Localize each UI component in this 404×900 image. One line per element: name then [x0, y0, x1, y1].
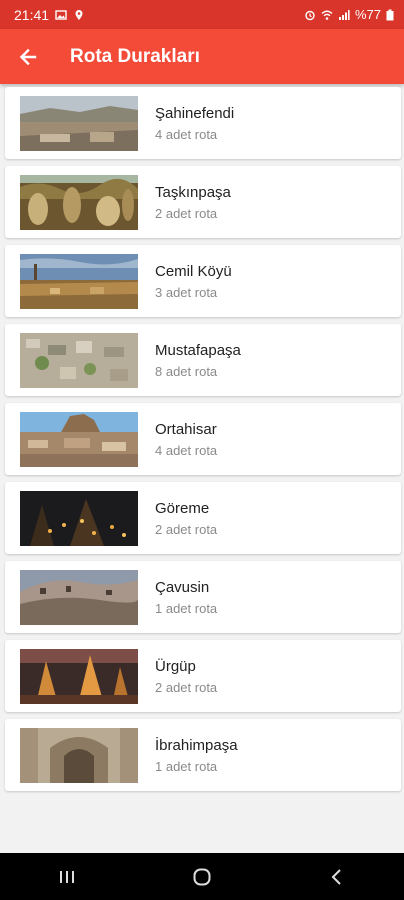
system-nav-bar [0, 853, 404, 900]
route-stop-card[interactable]: Çavusin 1 adet rota [5, 561, 401, 633]
home-button[interactable] [172, 853, 232, 900]
stop-thumbnail [20, 95, 138, 151]
route-stop-list: Şahinefendi 4 adet rota Taşkınpaşa 2 ade… [5, 87, 401, 798]
recent-apps-button[interactable] [37, 853, 97, 900]
stop-thumbnail [20, 490, 138, 546]
stop-thumbnail [20, 332, 138, 388]
recent-apps-icon [60, 870, 75, 883]
back-button[interactable] [0, 29, 56, 84]
stop-thumbnail [20, 174, 138, 230]
route-count: 4 adet rota [155, 442, 218, 458]
route-count: 1 adet rota [155, 600, 218, 616]
stop-name: Göreme [155, 499, 210, 517]
stop-thumbnail [20, 569, 138, 625]
stop-thumbnail [20, 648, 138, 704]
stop-thumbnail [20, 411, 138, 467]
home-icon [193, 868, 211, 885]
route-count: 3 adet rota [155, 284, 218, 300]
image-icon [55, 9, 67, 20]
route-count: 4 adet rota [155, 126, 218, 142]
route-stop-card[interactable]: Mustafapaşa 8 adet rota [5, 324, 401, 396]
page-title: Rota Durakları [70, 45, 200, 67]
arrow-left-icon [19, 48, 37, 65]
route-stop-card[interactable]: Şahinefendi 4 adet rota [5, 87, 401, 159]
stop-name: Çavusin [155, 578, 210, 596]
chevron-left-icon [331, 868, 341, 885]
stop-name: Mustafapaşa [155, 341, 241, 359]
route-stop-card[interactable]: Ortahisar 4 adet rota [5, 403, 401, 475]
route-count: 2 adet rota [155, 205, 218, 221]
wifi-icon [321, 10, 333, 20]
route-stop-card[interactable]: Ürgüp 2 adet rota [5, 640, 401, 712]
stop-name: Şahinefendi [155, 104, 235, 122]
signal-icon [338, 9, 350, 20]
app-bar: Rota Durakları [0, 29, 404, 84]
route-count: 2 adet rota [155, 679, 218, 695]
stop-name: İbrahimpaşa [155, 736, 238, 754]
location-icon [75, 9, 83, 20]
route-count: 1 adet rota [155, 758, 218, 774]
status-bar: 21:41 %77 [0, 0, 404, 29]
stop-name: Ürgüp [155, 657, 196, 675]
route-count: 2 adet rota [155, 521, 218, 537]
stop-name: Cemil Köyü [155, 262, 232, 280]
stop-thumbnail [20, 253, 138, 309]
status-time: 21:41 [14, 6, 50, 23]
route-stop-card[interactable]: İbrahimpaşa 1 adet rota [5, 719, 401, 791]
stop-thumbnail [20, 727, 138, 783]
battery-percent: %77 [354, 7, 381, 22]
alarm-icon [305, 10, 315, 20]
back-nav-button[interactable] [307, 853, 367, 900]
route-stop-card[interactable]: Göreme 2 adet rota [5, 482, 401, 554]
stop-name: Ortahisar [155, 420, 217, 438]
route-stop-card[interactable]: Taşkınpaşa 2 adet rota [5, 166, 401, 238]
stop-name: Taşkınpaşa [155, 183, 231, 201]
route-count: 8 adet rota [155, 363, 218, 379]
battery-icon [386, 9, 394, 20]
route-stop-card[interactable]: Cemil Köyü 3 adet rota [5, 245, 401, 317]
